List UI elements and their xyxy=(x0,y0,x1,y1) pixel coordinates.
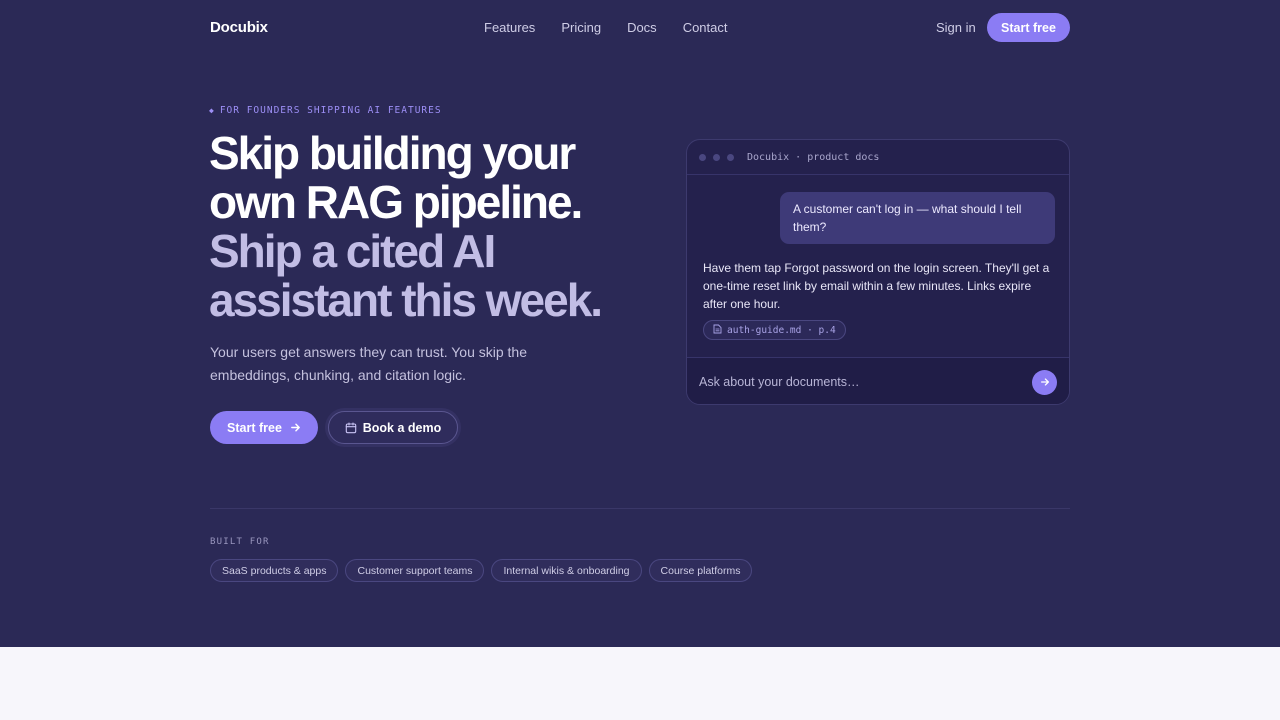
window-dots xyxy=(699,153,734,161)
chat-composer xyxy=(687,357,1069,404)
citation-chip[interactable]: auth-guide.md · p.4 xyxy=(703,320,846,340)
tag-wikis: Internal wikis & onboarding xyxy=(491,559,642,582)
book-demo-button[interactable]: Book a demo xyxy=(328,411,458,444)
hero-subtitle: Your users get answers they can trust. Y… xyxy=(210,344,528,383)
start-free-button[interactable]: Start free xyxy=(210,411,318,444)
headline-line-2: own RAG pipeline. xyxy=(209,176,583,228)
nav-start-free-button[interactable]: Start free xyxy=(987,13,1070,42)
nav-link-docs[interactable]: Docs xyxy=(627,18,657,38)
section-divider xyxy=(210,508,1070,509)
headline-line-1: Skip building your xyxy=(209,127,576,179)
start-free-label: Start free xyxy=(227,420,282,435)
nav-link-contact[interactable]: Contact xyxy=(683,18,728,38)
send-button[interactable] xyxy=(1032,370,1057,395)
built-for-label: BUILT FOR xyxy=(210,537,270,547)
next-section xyxy=(0,647,1280,720)
calendar-icon xyxy=(345,421,357,434)
diamond-icon: ◆ xyxy=(209,106,215,115)
chat-input[interactable] xyxy=(699,369,1019,395)
citation-label: auth-guide.md · p.4 xyxy=(727,324,836,336)
window-dot-icon xyxy=(713,153,720,161)
nav-link-pricing[interactable]: Pricing xyxy=(561,18,601,38)
arrow-right-icon xyxy=(290,422,301,433)
built-for-tags: SaaS products & apps Customer support te… xyxy=(210,559,753,582)
chat-window-title: Docubix · product docs xyxy=(747,151,880,163)
tag-courses: Course platforms xyxy=(648,559,753,582)
chat-preview-card: Docubix · product docs A customer can't … xyxy=(686,139,1070,405)
hero-section: Docubix Features Pricing Docs Contact Si… xyxy=(0,0,1280,647)
assistant-message: Have them tap Forgot password on the log… xyxy=(703,261,1050,311)
window-dot-icon xyxy=(727,153,734,161)
logo[interactable]: Docubix xyxy=(210,18,268,38)
hero-headline: Skip building your own RAG pipeline. Shi… xyxy=(209,127,603,326)
tag-saas: SaaS products & apps xyxy=(210,559,339,582)
eyebrow: ◆ FOR FOUNDERS SHIPPING AI FEATURES xyxy=(209,105,442,117)
nav-link-features[interactable]: Features xyxy=(484,18,535,38)
arrow-right-icon xyxy=(1040,374,1050,392)
chat-window-header: Docubix · product docs xyxy=(687,140,1069,175)
window-dot-icon xyxy=(699,153,706,161)
user-message-bubble: A customer can't log in — what should I … xyxy=(780,192,1055,244)
eyebrow-text: FOR FOUNDERS SHIPPING AI FEATURES xyxy=(219,105,442,116)
headline-line-3: Ship a cited AI xyxy=(209,225,496,277)
sign-in-link[interactable]: Sign in xyxy=(936,18,976,38)
document-icon xyxy=(713,324,722,337)
book-demo-label: Book a demo xyxy=(362,420,442,435)
headline-line-4: assistant this week. xyxy=(209,274,603,326)
main-nav: Features Pricing Docs Contact xyxy=(484,18,728,38)
tag-support: Customer support teams xyxy=(345,559,485,582)
